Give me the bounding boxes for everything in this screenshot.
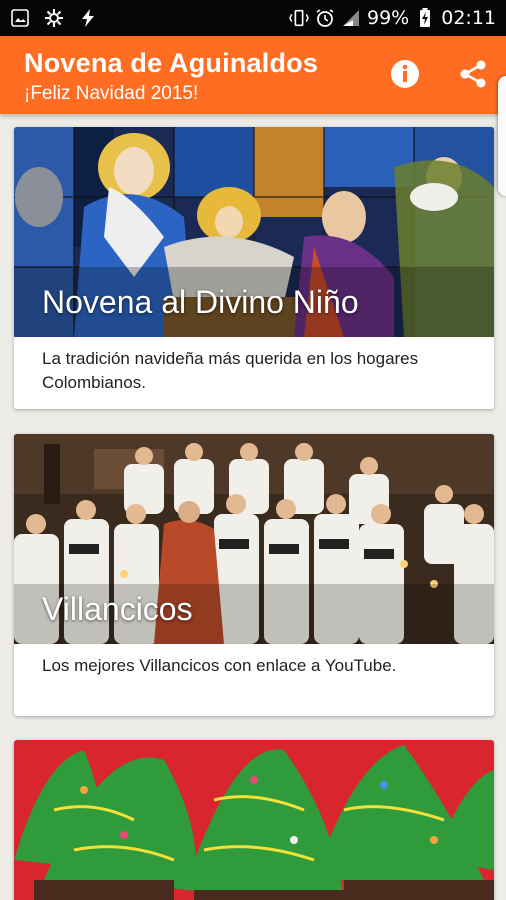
alarm-icon [315, 8, 335, 28]
nativity-stained-glass-image: Novena al Divino Niño [14, 127, 494, 337]
info-icon [391, 60, 419, 88]
card-description: La tradición navideña más querida en los… [42, 349, 419, 392]
edge-panel-handle[interactable] [498, 76, 506, 196]
card-title: Novena al Divino Niño [42, 284, 359, 320]
battery-charging-icon [415, 8, 435, 28]
choir-image: Villancicos [14, 434, 494, 644]
card-villancicos[interactable]: Villancicos Los mejores Villancicos con … [14, 434, 494, 716]
app-subtitle: ¡Feliz Navidad 2015! [24, 83, 199, 104]
card-novena[interactable]: Novena al Divino Niño La tradición navid… [14, 127, 494, 409]
gallery-notification-icon [10, 8, 30, 28]
christmas-cupcakes-image [14, 740, 494, 900]
card-recipes[interactable] [14, 740, 494, 900]
clock: 02:11 [441, 7, 496, 29]
flash-notification-icon [78, 8, 98, 28]
info-button[interactable] [388, 57, 422, 91]
app-bar: Novena de Aguinaldos ¡Feliz Navidad 2015… [0, 36, 506, 114]
signal-icon [341, 8, 361, 28]
card-title: Villancicos [42, 591, 193, 627]
card-description: Los mejores Villancicos con enlace a You… [42, 656, 397, 675]
share-icon [460, 60, 486, 88]
status-bar: 99% 02:11 [0, 0, 506, 36]
settings-notification-icon [44, 8, 64, 28]
share-button[interactable] [456, 57, 490, 91]
vibrate-mode-icon [289, 8, 309, 28]
app-title: Novena de Aguinaldos [24, 48, 319, 78]
battery-percent: 99% [367, 7, 410, 29]
